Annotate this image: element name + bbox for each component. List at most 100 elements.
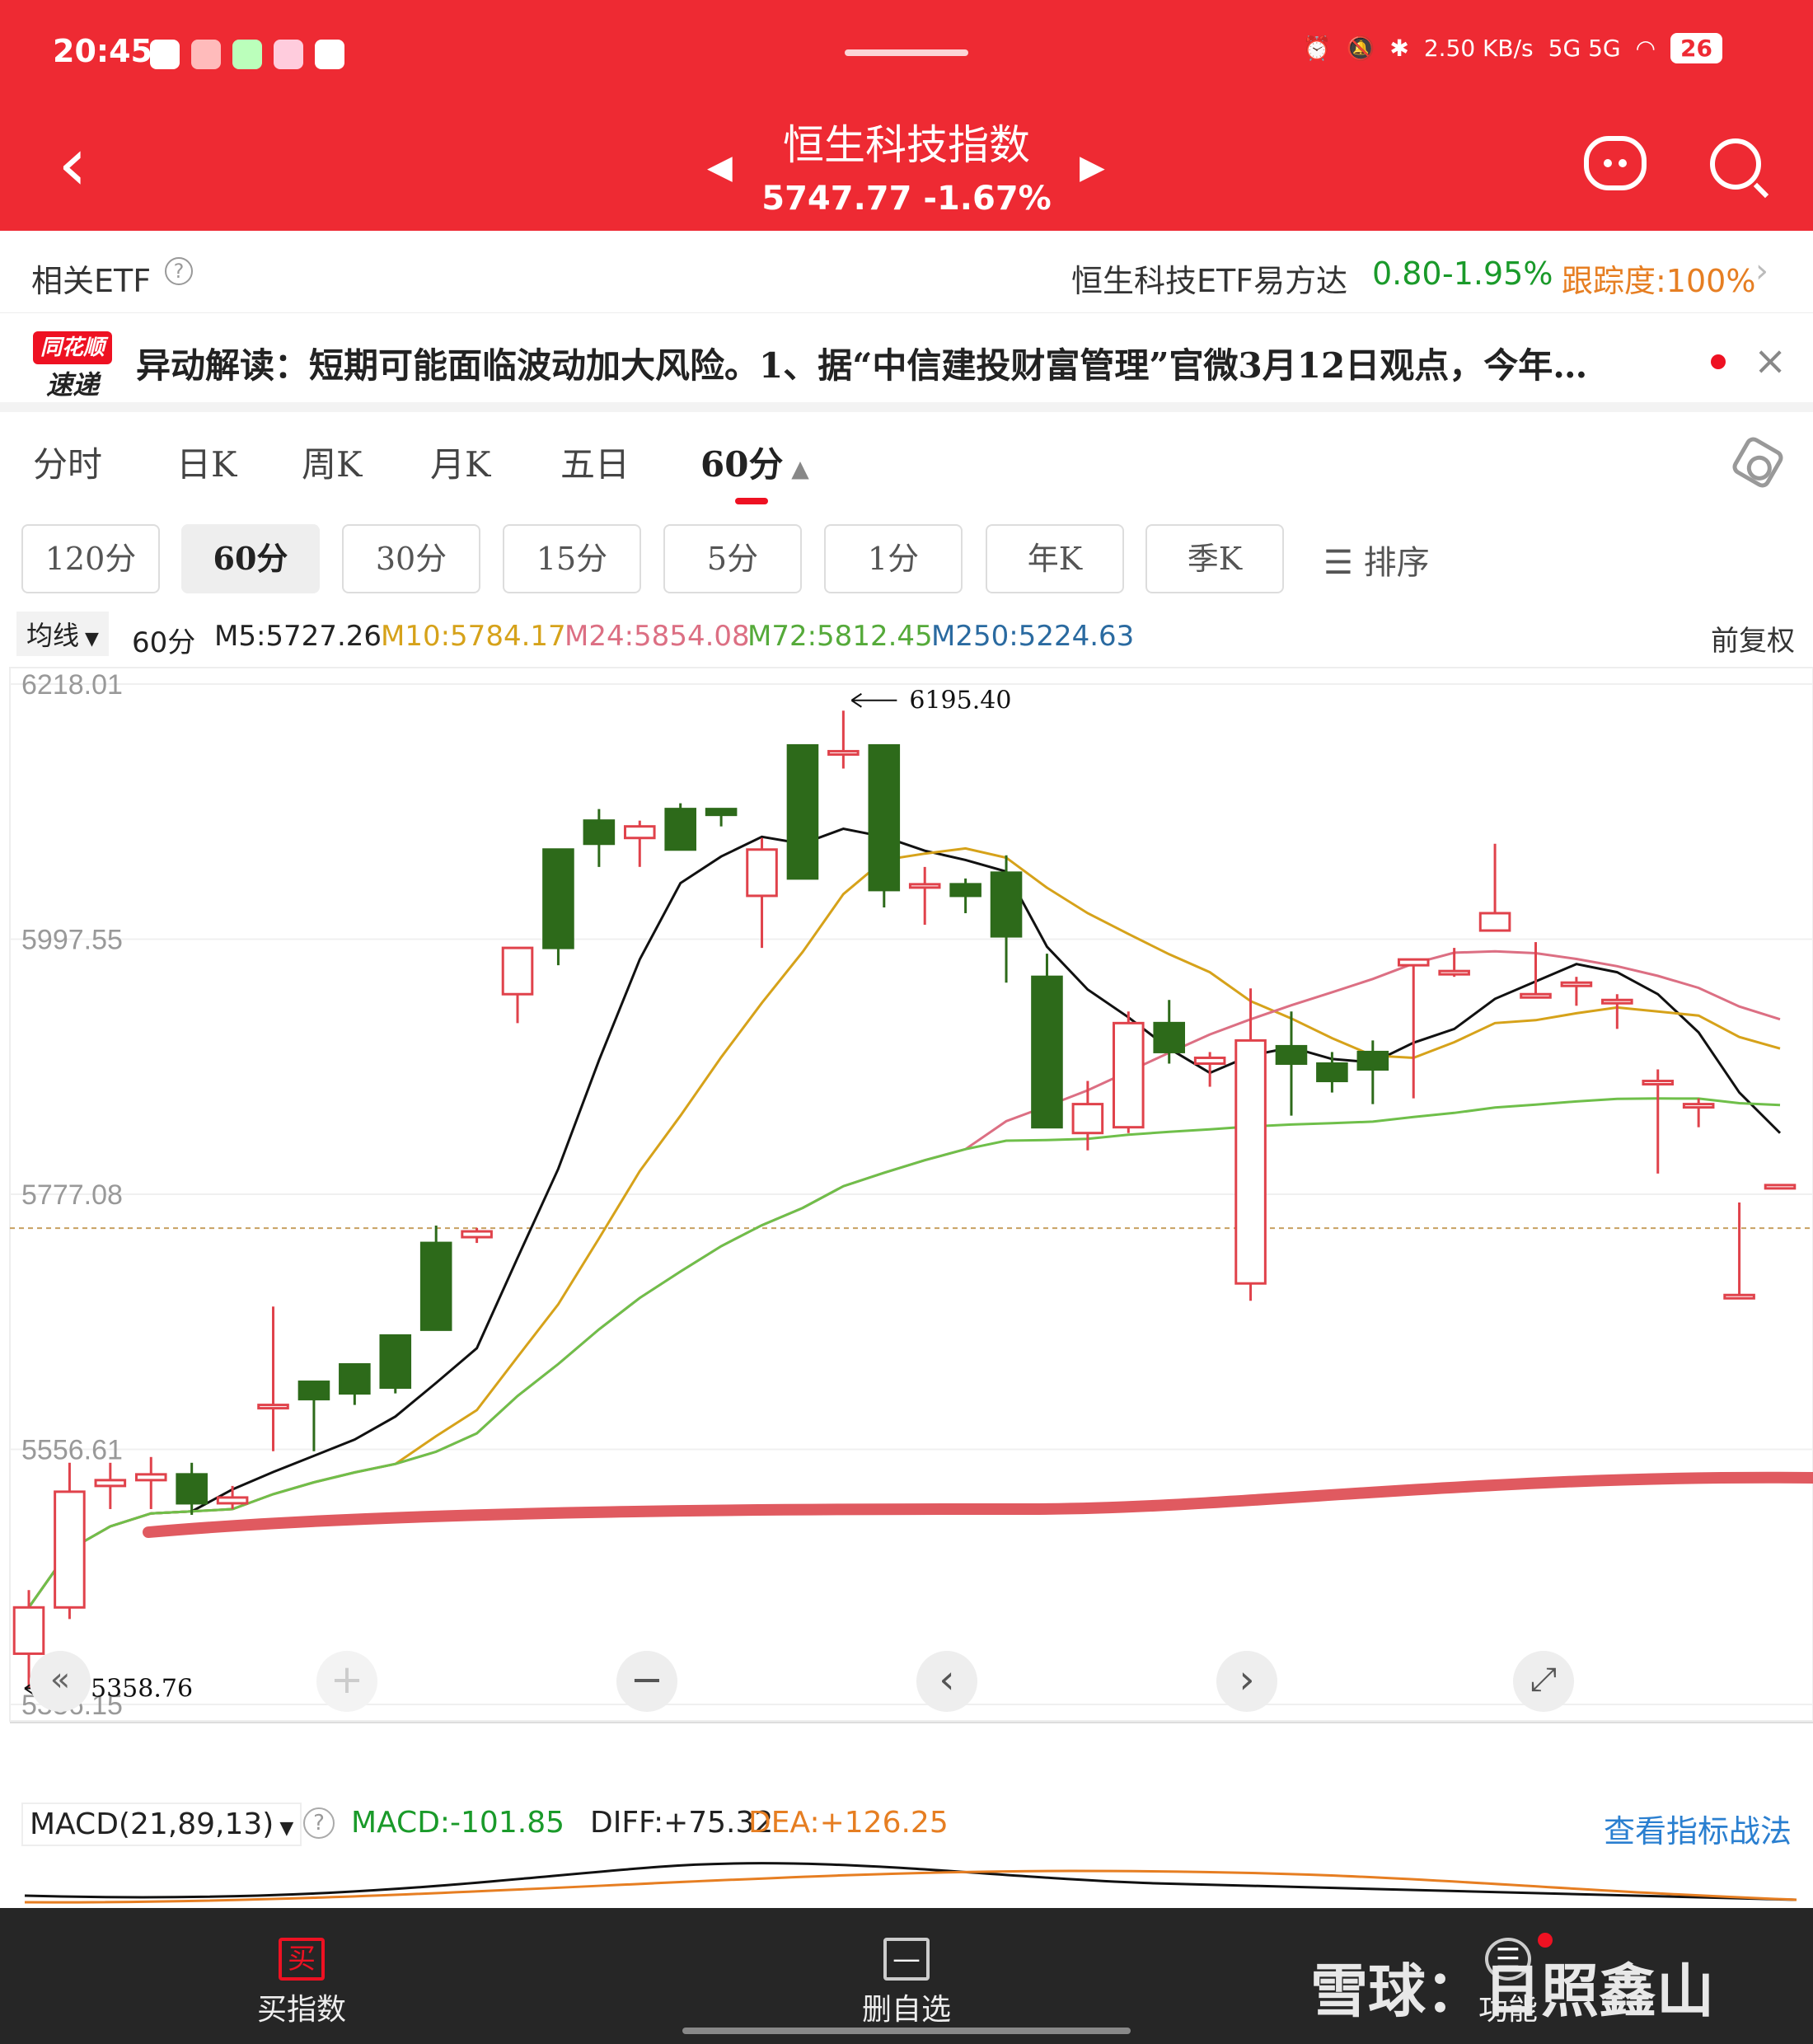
ma-m250: M250:5224.63 — [931, 620, 1135, 653]
macd-selector-label: MACD(21,89,13) — [30, 1807, 274, 1841]
candle — [1682, 1098, 1715, 1127]
back-button[interactable]: ‹ — [58, 128, 107, 202]
axis-labels: 6218.015997.555777.085556.615336.1503-04… — [21, 669, 1011, 1721]
candle — [1520, 942, 1552, 999]
next-index-button[interactable]: ▶ — [1080, 148, 1105, 186]
help-icon[interactable]: ? — [165, 257, 193, 285]
news-banner[interactable]: 同花顺 速递 异动解读：短期可能面临波动加大风险。1、据“中信建投财富管理”官微… — [0, 313, 1813, 412]
diff-value: DIFF:+75.32 — [590, 1806, 774, 1840]
sort-button[interactable]: ☰ 排序 — [1323, 536, 1430, 584]
chevron-right-icon[interactable]: › — [1216, 1651, 1277, 1712]
tab-60min[interactable]: 60分 ▲ — [700, 437, 809, 487]
tab-fenshi[interactable]: 分时 — [33, 437, 102, 487]
settings-icon[interactable] — [1729, 434, 1787, 491]
chevron-left-icon[interactable]: ‹ — [916, 1651, 977, 1712]
chip-60min[interactable]: 60分 — [181, 524, 320, 593]
remove-watchlist-button[interactable]: — 删自选 — [799, 1908, 1014, 2044]
candle — [94, 1462, 127, 1509]
fullscreen-icon[interactable]: ⤢ — [1513, 1651, 1574, 1712]
candle-body — [461, 1230, 493, 1239]
candle — [297, 1381, 330, 1451]
ma72-line — [27, 1097, 1781, 1609]
candle — [1723, 1202, 1755, 1300]
candle-body — [1113, 1021, 1145, 1129]
candle-body — [1520, 992, 1552, 999]
macd-selector[interactable]: MACD(21,89,13) ▼ — [21, 1803, 302, 1846]
scroll-left-end-icon[interactable]: « — [30, 1651, 91, 1712]
candle — [542, 848, 574, 966]
candle — [419, 1226, 452, 1331]
candle-body — [216, 1496, 249, 1505]
app-icon — [191, 40, 221, 69]
tab-daily-k[interactable]: 日K — [176, 437, 237, 487]
indicator-strategy-link[interactable]: 查看指标战法 — [1604, 1806, 1792, 1851]
candle-body — [990, 871, 1023, 938]
close-icon[interactable]: × — [1754, 338, 1787, 384]
candle-body — [1316, 1062, 1348, 1083]
tab-monthly-k[interactable]: 月K — [430, 437, 490, 487]
candle-body — [1031, 975, 1063, 1129]
candle-body — [1601, 998, 1633, 1005]
kline-chart[interactable]: 6218.015997.555777.085556.615336.1503-04… — [0, 659, 1813, 1731]
chip-15min[interactable]: 15分 — [503, 524, 641, 593]
chart-grid — [9, 667, 1813, 1723]
candle-body — [1193, 1056, 1226, 1065]
chip-120min[interactable]: 120分 — [21, 524, 160, 593]
etf-change: -1.95% — [1442, 256, 1553, 292]
ma-m72: M72:5812.45 — [747, 620, 933, 653]
chevron-right-icon[interactable]: › — [1755, 252, 1768, 290]
assistant-robot-icon[interactable] — [1584, 136, 1647, 190]
candle — [339, 1362, 371, 1405]
candle — [623, 820, 656, 867]
tab-weekly-k[interactable]: 周K — [302, 437, 362, 487]
zoom-out-icon[interactable]: − — [616, 1651, 677, 1712]
zoom-in-icon[interactable]: + — [316, 1651, 377, 1712]
ma-period: 60分 — [132, 626, 196, 659]
caret-down-icon: ▼ — [79, 629, 99, 649]
tab-60min-label: 60分 — [700, 444, 784, 485]
ma-m5: M5:5727.26 — [214, 620, 382, 653]
drag-handle[interactable] — [845, 49, 968, 56]
buy-icon: 买 — [279, 1938, 325, 1981]
ma-lines — [27, 827, 1813, 1609]
y-tick-label: 5997.55 — [21, 925, 123, 956]
candle-body — [257, 1404, 289, 1410]
macd-chart — [24, 1862, 1797, 1904]
y-tick-label: 5777.08 — [21, 1179, 123, 1211]
candle-body — [134, 1473, 167, 1482]
tab-five-day[interactable]: 五日 — [560, 437, 630, 487]
chip-yearly-k[interactable]: 年K — [986, 524, 1124, 593]
alarm-icon: ⏰ — [1302, 35, 1332, 62]
search-icon[interactable] — [1710, 138, 1761, 190]
ma-legend-row: 均线 ▼ 60分 M5:5727.26 M10:5784.17 M24:5854… — [0, 612, 1813, 661]
candle-body — [339, 1362, 371, 1395]
app-icon — [150, 40, 180, 69]
news-text[interactable]: 异动解读：短期可能面临波动加大风险。1、据“中信建投财富管理”官微3月12日观点… — [136, 338, 1685, 388]
candle — [990, 855, 1023, 983]
candle — [786, 743, 819, 880]
help-icon[interactable]: ? — [303, 1807, 335, 1839]
battery-icon: 26 — [1670, 33, 1722, 63]
candle-body — [1478, 912, 1511, 932]
candle-body — [501, 946, 534, 996]
candle-body — [94, 1479, 127, 1488]
ma-selector[interactable]: 均线 ▼ — [16, 612, 109, 656]
price-adjust-label[interactable]: 前复权 — [1711, 618, 1795, 659]
chip-1min[interactable]: 1分 — [824, 524, 963, 593]
y-tick-label: 6218.01 — [21, 669, 123, 701]
candle — [1316, 1052, 1348, 1093]
chip-quarterly-k[interactable]: 季K — [1145, 524, 1284, 593]
candle — [54, 1462, 86, 1620]
etf-name[interactable]: 恒生科技ETF易方达 — [1071, 256, 1347, 301]
buy-index-button[interactable]: 买 买指数 — [194, 1908, 409, 2044]
macd-value: MACD:-101.85 — [351, 1806, 565, 1840]
prev-index-button[interactable]: ◀ — [707, 148, 733, 186]
candle-body — [1723, 1293, 1755, 1300]
candle — [379, 1334, 412, 1394]
related-etf-row[interactable]: 相关ETF ? 恒生科技ETF易方达 0.80 -1.95% 跟踪度:100% … — [0, 231, 1813, 313]
high-arrow — [850, 692, 897, 708]
candle — [1478, 843, 1511, 932]
home-indicator[interactable] — [682, 2028, 1131, 2034]
chip-30min[interactable]: 30分 — [342, 524, 480, 593]
chip-5min[interactable]: 5分 — [663, 524, 802, 593]
